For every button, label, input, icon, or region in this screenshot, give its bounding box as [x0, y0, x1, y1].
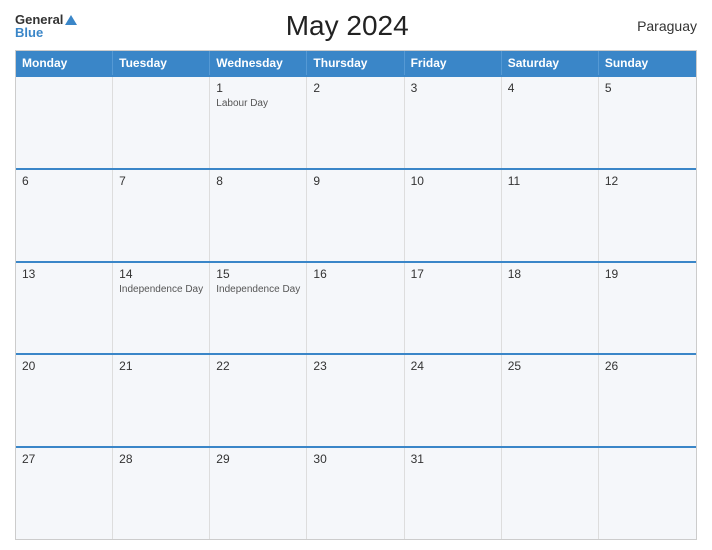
cell-w4-mon: 20: [16, 355, 113, 446]
cell-w2-tue: 7: [113, 170, 210, 261]
cell-w4-tue: 21: [113, 355, 210, 446]
cell-w3-thu: 16: [307, 263, 404, 354]
cell-w2-sun: 12: [599, 170, 696, 261]
date-4-wed: 22: [216, 359, 300, 373]
header-thursday: Thursday: [307, 51, 404, 75]
cell-w3-mon: 13: [16, 263, 113, 354]
cell-w3-wed: 15 Independence Day: [210, 263, 307, 354]
date-2-mon: 6: [22, 174, 106, 188]
page: General Blue May 2024 Paraguay Monday Tu…: [0, 0, 712, 550]
date-5-mon: 27: [22, 452, 106, 466]
cell-w2-thu: 9: [307, 170, 404, 261]
date-5-wed: 29: [216, 452, 300, 466]
cell-w1-sat: 4: [502, 77, 599, 168]
cell-w4-wed: 22: [210, 355, 307, 446]
cell-w4-sun: 26: [599, 355, 696, 446]
cell-w5-fri: 31: [405, 448, 502, 539]
event-3-tue: Independence Day: [119, 283, 203, 296]
cell-w4-thu: 23: [307, 355, 404, 446]
week-5: 27 28 29 30 31: [16, 446, 696, 539]
date-5-fri: 31: [411, 452, 495, 466]
cell-w1-fri: 3: [405, 77, 502, 168]
header-sunday: Sunday: [599, 51, 696, 75]
date-2-wed: 8: [216, 174, 300, 188]
cell-w3-sun: 19: [599, 263, 696, 354]
cell-w2-sat: 11: [502, 170, 599, 261]
date-3-mon: 13: [22, 267, 106, 281]
cell-w5-sun: [599, 448, 696, 539]
date-4-sat: 25: [508, 359, 592, 373]
date-4-tue: 21: [119, 359, 203, 373]
header-friday: Friday: [405, 51, 502, 75]
cell-w1-wed: 1 Labour Day: [210, 77, 307, 168]
header-tuesday: Tuesday: [113, 51, 210, 75]
cell-w3-fri: 17: [405, 263, 502, 354]
date-2-sun: 12: [605, 174, 690, 188]
date-2-tue: 7: [119, 174, 203, 188]
cell-w2-mon: 6: [16, 170, 113, 261]
date-2-fri: 10: [411, 174, 495, 188]
header-saturday: Saturday: [502, 51, 599, 75]
header-wednesday: Wednesday: [210, 51, 307, 75]
week-3: 13 14 Independence Day 15 Independence D…: [16, 261, 696, 354]
cell-w5-wed: 29: [210, 448, 307, 539]
date-1-fri: 3: [411, 81, 495, 95]
date-4-thu: 23: [313, 359, 397, 373]
cell-w5-sat: [502, 448, 599, 539]
cell-w4-fri: 24: [405, 355, 502, 446]
cell-w5-mon: 27: [16, 448, 113, 539]
date-4-mon: 20: [22, 359, 106, 373]
date-3-fri: 17: [411, 267, 495, 281]
date-5-thu: 30: [313, 452, 397, 466]
date-3-sat: 18: [508, 267, 592, 281]
logo-blue-text: Blue: [15, 26, 77, 39]
calendar-header: Monday Tuesday Wednesday Thursday Friday…: [16, 51, 696, 75]
cell-w2-wed: 8: [210, 170, 307, 261]
week-2: 6 7 8 9 10 11 12: [16, 168, 696, 261]
cell-w1-thu: 2: [307, 77, 404, 168]
date-3-tue: 14: [119, 267, 203, 281]
logo-triangle-icon: [65, 15, 77, 25]
event-3-wed: Independence Day: [216, 283, 300, 296]
date-1-wed: 1: [216, 81, 300, 95]
cell-w5-tue: 28: [113, 448, 210, 539]
cell-w2-fri: 10: [405, 170, 502, 261]
date-3-sun: 19: [605, 267, 690, 281]
country-label: Paraguay: [617, 18, 697, 34]
date-2-thu: 9: [313, 174, 397, 188]
date-4-sun: 26: [605, 359, 690, 373]
date-2-sat: 11: [508, 174, 592, 188]
date-4-fri: 24: [411, 359, 495, 373]
logo: General Blue: [15, 13, 77, 39]
header-monday: Monday: [16, 51, 113, 75]
cell-w4-sat: 25: [502, 355, 599, 446]
week-4: 20 21 22 23 24 25 26: [16, 353, 696, 446]
cell-w1-tue: [113, 77, 210, 168]
date-5-tue: 28: [119, 452, 203, 466]
cell-w3-sat: 18: [502, 263, 599, 354]
date-1-sun: 5: [605, 81, 690, 95]
cell-w5-thu: 30: [307, 448, 404, 539]
calendar-body: 1 Labour Day 2 3 4 5 6: [16, 75, 696, 539]
calendar-title: May 2024: [77, 10, 617, 42]
date-1-sat: 4: [508, 81, 592, 95]
date-3-wed: 15: [216, 267, 300, 281]
week-1: 1 Labour Day 2 3 4 5: [16, 75, 696, 168]
date-1-thu: 2: [313, 81, 397, 95]
header: General Blue May 2024 Paraguay: [15, 10, 697, 42]
date-3-thu: 16: [313, 267, 397, 281]
calendar: Monday Tuesday Wednesday Thursday Friday…: [15, 50, 697, 540]
cell-w1-mon: [16, 77, 113, 168]
cell-w1-sun: 5: [599, 77, 696, 168]
cell-w3-tue: 14 Independence Day: [113, 263, 210, 354]
event-1-wed: Labour Day: [216, 97, 300, 110]
